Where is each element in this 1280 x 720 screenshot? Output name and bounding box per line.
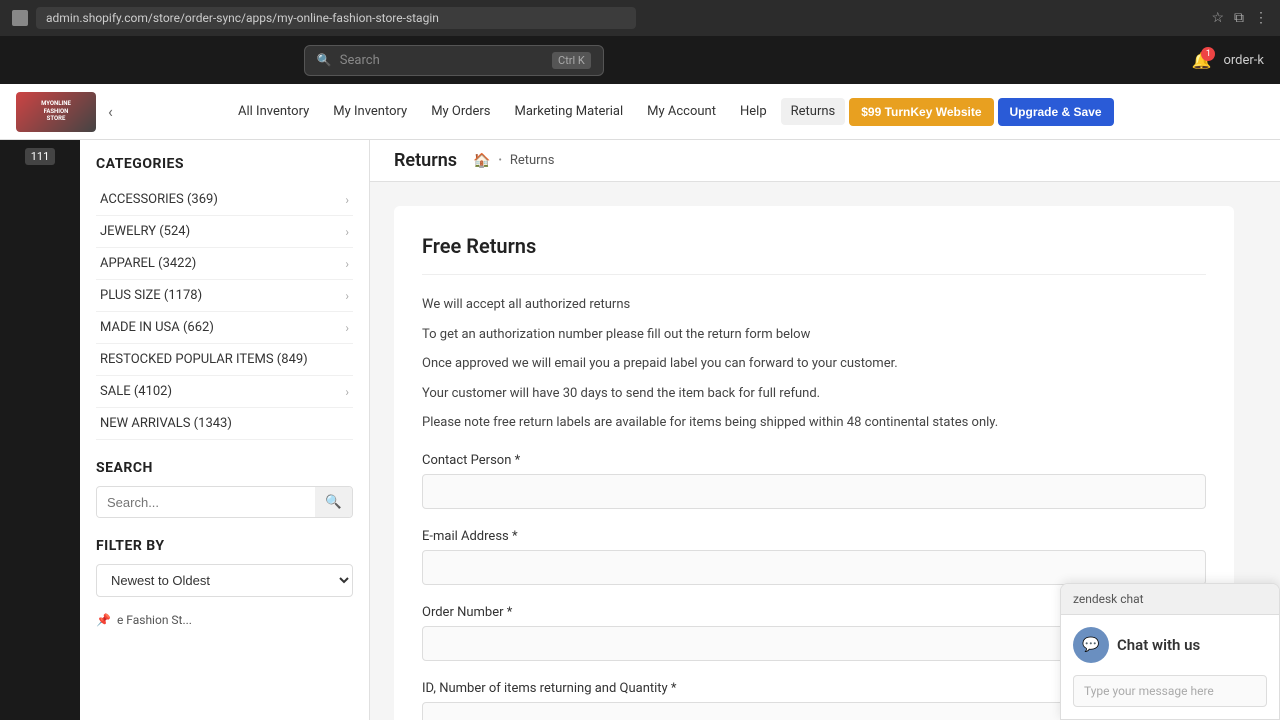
nav-back-arrow[interactable]: ‹ (104, 102, 117, 121)
category-apparel[interactable]: APPAREL (3422) › (96, 248, 353, 280)
search-placeholder: Search (340, 53, 380, 68)
search-icon: 🔍 (317, 53, 332, 67)
search-section: SEARCH 🔍 (96, 460, 353, 518)
nav-my-inventory[interactable]: My Inventory (323, 98, 417, 125)
category-restocked[interactable]: RESTOCKED POPULAR ITEMS (849) (96, 344, 353, 376)
chat-input[interactable]: Type your message here (1073, 675, 1267, 707)
returns-heading: Free Returns (422, 234, 1206, 275)
contact-person-group: Contact Person * (422, 453, 1206, 509)
url-bar[interactable]: admin.shopify.com/store/order-sync/apps/… (36, 7, 636, 29)
chevron-right-icon: › (345, 289, 349, 303)
chevron-right-icon: › (345, 225, 349, 239)
app-header-right: 🔔 1 order-k (1192, 51, 1264, 70)
chat-agent-info: 💬 Chat with us (1073, 627, 1267, 663)
store-name-label: e Fashion St... (117, 613, 192, 627)
email-address-input[interactable] (422, 550, 1206, 585)
chat-body: 💬 Chat with us Type your message here (1061, 615, 1279, 719)
search-input[interactable] (97, 488, 315, 517)
categories-title: CATEGORIES (96, 156, 353, 172)
store-pin-icon: 📌 (96, 613, 111, 627)
search-input-wrapper: 🔍 (96, 486, 353, 518)
filter-select[interactable]: Newest to Oldest Oldest to Newest Price:… (96, 564, 353, 597)
category-sale[interactable]: SALE (4102) › (96, 376, 353, 408)
breadcrumb-current: Returns (510, 153, 555, 168)
store-header: MYONLINEFASHIONSTORE ‹ All Inventory My … (0, 84, 1280, 140)
extensions-icon[interactable]: ⧉ (1234, 10, 1244, 26)
returns-desc-1: We will accept all authorized returns (422, 295, 1206, 315)
returns-desc-2: To get an authorization number please fi… (422, 325, 1206, 345)
store-label-bottom: 📌 e Fashion St... (96, 613, 353, 627)
returns-desc-4: Your customer will have 30 days to send … (422, 384, 1206, 404)
browser-icons: ☆ ⧉ ⋮ (1211, 10, 1268, 26)
more-icon[interactable]: ⋮ (1254, 10, 1268, 26)
nav-help[interactable]: Help (730, 98, 777, 125)
home-icon[interactable]: 🏠 (473, 153, 490, 169)
category-made-in-usa[interactable]: MADE IN USA (662) › (96, 312, 353, 344)
breadcrumb-bar: Returns 🏠 • Returns (370, 140, 1280, 182)
store-logo[interactable]: MYONLINEFASHIONSTORE (16, 92, 96, 132)
chat-agent-icon: 💬 (1082, 637, 1099, 653)
returns-desc-5: Please note free return labels are avail… (422, 413, 1206, 433)
shopify-sidebar-badge: 111 (25, 148, 56, 165)
email-address-label: E-mail Address * (422, 529, 1206, 544)
chat-header: zendesk chat (1061, 584, 1279, 615)
contact-person-label: Contact Person * (422, 453, 1206, 468)
search-section-title: SEARCH (96, 460, 353, 476)
chat-widget: zendesk chat 💬 Chat with us Type your me… (1060, 583, 1280, 720)
chevron-right-icon: › (345, 193, 349, 207)
nav-my-account[interactable]: My Account (637, 98, 726, 125)
chevron-right-icon: › (345, 385, 349, 399)
favicon-icon (12, 10, 28, 26)
shopify-sidebar: 111 (0, 140, 80, 720)
store-logo-area: MYONLINEFASHIONSTORE ‹ (16, 92, 216, 132)
search-shortcut: Ctrl K (552, 52, 591, 69)
logo-text: MYONLINEFASHIONSTORE (39, 98, 73, 125)
breadcrumb-dot: • (498, 155, 501, 166)
chevron-right-icon: › (345, 321, 349, 335)
chevron-right-icon: › (345, 257, 349, 271)
notification-badge: 1 (1201, 47, 1215, 61)
left-sidebar: CATEGORIES ACCESSORIES (369) › JEWELRY (… (80, 140, 370, 720)
category-plus-size[interactable]: PLUS SIZE (1178) › (96, 280, 353, 312)
category-new-arrivals[interactable]: NEW ARRIVALS (1343) (96, 408, 353, 440)
category-accessories[interactable]: ACCESSORIES (369) › (96, 184, 353, 216)
category-jewelry[interactable]: JEWELRY (524) › (96, 216, 353, 248)
nav-my-orders[interactable]: My Orders (421, 98, 500, 125)
search-button[interactable]: 🔍 (315, 487, 352, 517)
turnkey-website-button[interactable]: $99 TurnKey Website (849, 98, 993, 126)
email-address-group: E-mail Address * (422, 529, 1206, 585)
app-header: 🔍 Search Ctrl K 🔔 1 order-k (0, 36, 1280, 84)
contact-person-input[interactable] (422, 474, 1206, 509)
returns-desc-3: Once approved we will email you a prepai… (422, 354, 1206, 374)
filter-section: FILTER BY Newest to Oldest Oldest to New… (96, 538, 353, 597)
store-nav: All Inventory My Inventory My Orders Mar… (228, 98, 1264, 126)
user-label: order-k (1223, 53, 1264, 68)
chat-with-us-label: Chat with us (1117, 636, 1200, 654)
nav-all-inventory[interactable]: All Inventory (228, 98, 319, 125)
bookmark-icon[interactable]: ☆ (1211, 10, 1224, 26)
filter-title: FILTER BY (96, 538, 353, 554)
upgrade-save-button[interactable]: Upgrade & Save (998, 98, 1114, 126)
browser-bar: admin.shopify.com/store/order-sync/apps/… (0, 0, 1280, 36)
notification-bell[interactable]: 🔔 1 (1192, 51, 1212, 70)
page-title: Returns (394, 150, 457, 171)
nav-returns[interactable]: Returns (781, 98, 846, 125)
chat-agent-avatar: 💬 (1073, 627, 1109, 663)
nav-marketing-material[interactable]: Marketing Material (504, 98, 633, 125)
global-search[interactable]: 🔍 Search Ctrl K (304, 45, 604, 76)
